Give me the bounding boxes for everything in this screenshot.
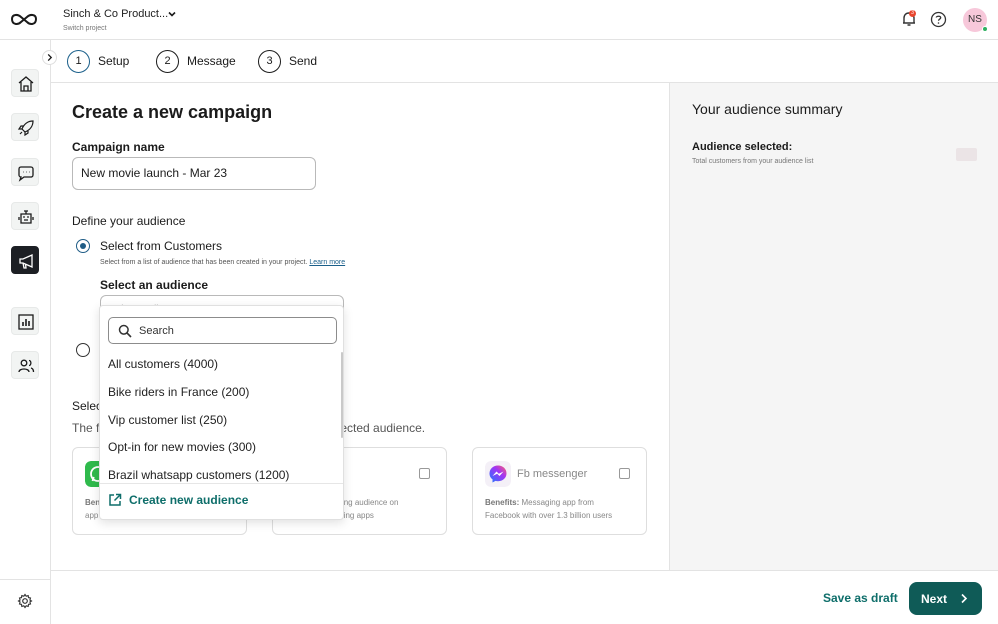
external-link-icon: [109, 493, 122, 506]
save-as-draft-button[interactable]: Save as draft: [823, 591, 898, 605]
switch-project-link[interactable]: Switch project: [63, 25, 107, 32]
channel-checkbox[interactable]: [619, 468, 630, 479]
nav-conversations[interactable]: [11, 158, 39, 186]
step-number: 3: [258, 50, 281, 73]
messenger-icon: [485, 461, 511, 487]
chat-icon: [18, 166, 34, 182]
next-button[interactable]: Next: [909, 582, 982, 615]
nav-contacts[interactable]: [11, 351, 39, 379]
project-name[interactable]: Sinch & Co Product...: [63, 8, 168, 20]
step-label: Setup: [98, 54, 130, 68]
audience-summary-panel: Your audience summary Audience selected:…: [669, 83, 998, 570]
sidebar: [0, 40, 51, 624]
next-button-label: Next: [921, 591, 948, 606]
select-channel-label: Selec: [72, 399, 103, 413]
define-audience-label: Define your audience: [72, 214, 186, 228]
benefit-label: Ben: [85, 498, 101, 507]
analytics-icon: [18, 314, 34, 330]
channel-checkbox[interactable]: [419, 468, 430, 479]
nav-campaigns-rocket[interactable]: [11, 113, 39, 141]
benefit-text-line2: app: [85, 511, 99, 520]
benefit-text: Messaging app from: [519, 498, 594, 507]
channel-benefit: Benefits: Messaging app from Facebook wi…: [485, 496, 640, 522]
nav-analytics[interactable]: [11, 307, 39, 335]
page-title: Create a new campaign: [72, 102, 273, 122]
search-input[interactable]: [139, 322, 329, 340]
radio-label-customers[interactable]: Select from Customers: [100, 239, 222, 253]
top-bar: Sinch & Co Product... Switch project 3 N…: [0, 0, 998, 40]
audience-option[interactable]: All customers (4000): [108, 357, 218, 371]
audience-selected-label: Audience selected:: [692, 141, 793, 153]
audience-dropdown: All customers (4000) Bike riders in Fran…: [99, 305, 344, 520]
create-new-audience-label: Create new audience: [129, 493, 249, 507]
campaign-name-label: Campaign name: [72, 140, 165, 154]
nav-broadcast[interactable]: [11, 246, 39, 274]
megaphone-icon: [19, 253, 33, 269]
help-icon[interactable]: [930, 11, 947, 28]
users-icon: [18, 359, 35, 373]
footer: Save as draft Next: [51, 570, 998, 624]
notification-badge: 3: [909, 10, 916, 17]
home-icon: [18, 76, 34, 92]
bot-icon: [18, 210, 34, 224]
benefit-label: Benefits:: [485, 498, 520, 507]
online-status-dot: [982, 26, 988, 32]
nav-home[interactable]: [11, 69, 39, 97]
sinch-logo-icon[interactable]: [9, 9, 39, 29]
chevron-right-icon: [961, 593, 968, 604]
search-icon: [118, 324, 132, 338]
nav-bots[interactable]: [11, 202, 39, 230]
audience-option[interactable]: Opt-in for new movies (300): [108, 440, 256, 454]
audience-selected-subtext: Total customers from your audience list: [692, 158, 814, 165]
summary-title: Your audience summary: [692, 101, 843, 117]
step-label: Message: [187, 54, 236, 68]
sidebar-divider: [0, 579, 51, 580]
sidebar-collapse-toggle[interactable]: [42, 50, 57, 65]
audience-option[interactable]: Brazil whatsapp customers (1200): [108, 468, 289, 482]
audience-search[interactable]: [108, 317, 337, 344]
audience-count-placeholder: [956, 148, 977, 161]
audience-option[interactable]: Vip customer list (250): [108, 413, 227, 427]
dropdown-scrollbar[interactable]: [341, 352, 343, 438]
gear-icon[interactable]: [17, 593, 33, 609]
benefit-text-line2: Facebook with over 1.3 billion users: [485, 511, 613, 520]
select-audience-label: Select an audience: [100, 278, 209, 292]
dropdown-divider: [100, 483, 343, 484]
chevron-down-icon[interactable]: [166, 8, 178, 20]
option-description: Select from a list of audience that has …: [100, 259, 345, 266]
campaign-name-input[interactable]: New movie launch - Mar 23: [72, 157, 316, 190]
learn-more-link[interactable]: Learn more: [309, 259, 345, 266]
rocket-icon: [17, 120, 34, 137]
step-number: 1: [67, 50, 90, 73]
stepper: 1 Setup 2 Message 3 Send: [51, 40, 998, 83]
option-description-text: Select from a list of audience that has …: [100, 259, 308, 266]
step-label: Send: [289, 54, 318, 68]
audience-option[interactable]: Bike riders in France (200): [108, 385, 249, 399]
radio-select-from-customers[interactable]: [76, 239, 90, 253]
radio-option-2[interactable]: [76, 343, 90, 357]
channel-title: Fb messenger: [517, 468, 588, 480]
step-number: 2: [156, 50, 179, 73]
channel-description-end: elected audience.: [331, 421, 426, 435]
channel-card-messenger[interactable]: Fb messenger Benefits: Messaging app fro…: [472, 447, 647, 535]
